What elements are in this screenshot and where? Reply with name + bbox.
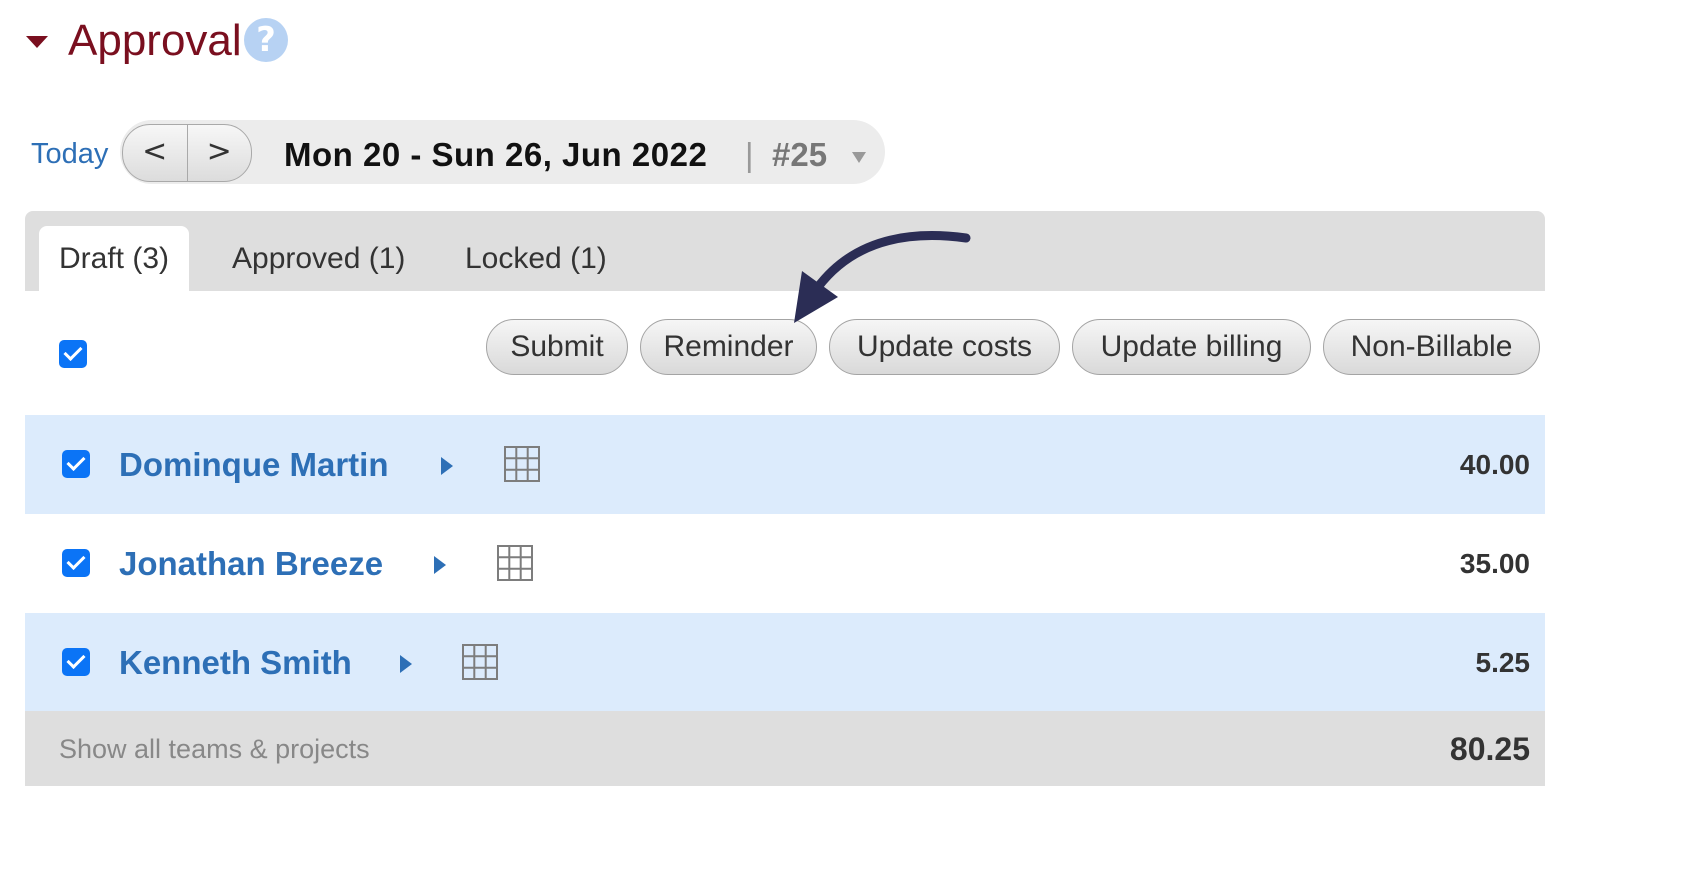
person-name[interactable]: Dominque Martin	[119, 445, 389, 485]
timesheet-grid-icon[interactable]	[462, 644, 498, 680]
week-number[interactable]: #25	[772, 134, 827, 176]
total-hours: 80.25	[1449, 731, 1530, 767]
tab-locked[interactable]: Locked (1)	[465, 241, 607, 277]
tab-approved[interactable]: Approved (1)	[232, 241, 405, 277]
person-name[interactable]: Kenneth Smith	[119, 643, 352, 683]
select-all-checkbox[interactable]	[59, 340, 87, 368]
row-hours: 40.00	[1459, 449, 1530, 480]
row-hours: 35.00	[1459, 548, 1530, 579]
row-checkbox[interactable]	[62, 648, 90, 676]
table-row: Kenneth Smith 5.25	[25, 613, 1545, 712]
date-separator: |	[745, 136, 754, 173]
expand-arrow-icon[interactable]	[400, 655, 412, 673]
next-week-button[interactable]: >	[186, 125, 252, 181]
row-hours: 5.25	[1475, 647, 1531, 678]
update-billing-button[interactable]: Update billing	[1072, 319, 1311, 375]
timesheet-grid-icon[interactable]	[504, 446, 540, 482]
submit-button[interactable]: Submit	[486, 319, 628, 375]
page-title: Approval	[68, 16, 242, 65]
previous-week-button[interactable]: <	[123, 125, 187, 181]
today-link[interactable]: Today	[31, 136, 108, 172]
table-row: Dominque Martin 40.00	[25, 415, 1545, 514]
table-row: Jonathan Breeze 35.00	[25, 514, 1545, 613]
tab-draft[interactable]: Draft (3)	[39, 226, 190, 291]
non-billable-button[interactable]: Non-Billable	[1323, 319, 1540, 375]
table-footer: Show all teams & projects 80.25	[25, 711, 1545, 786]
show-all-teams-link[interactable]: Show all teams & projects	[59, 732, 370, 766]
collapse-caret-icon[interactable]	[26, 36, 48, 48]
week-dropdown-caret-icon[interactable]	[852, 152, 866, 163]
timesheet-grid-icon[interactable]	[497, 545, 533, 581]
person-name[interactable]: Jonathan Breeze	[119, 544, 383, 584]
row-checkbox[interactable]	[62, 549, 90, 577]
week-nav-group: < >	[122, 124, 252, 182]
expand-arrow-icon[interactable]	[441, 457, 453, 475]
annotation-arrow-icon	[794, 231, 971, 323]
date-range-label[interactable]: Mon 20 - Sun 26, Jun 2022	[284, 134, 707, 176]
row-checkbox[interactable]	[62, 450, 90, 478]
help-icon[interactable]: ?	[244, 18, 288, 62]
expand-arrow-icon[interactable]	[434, 556, 446, 574]
